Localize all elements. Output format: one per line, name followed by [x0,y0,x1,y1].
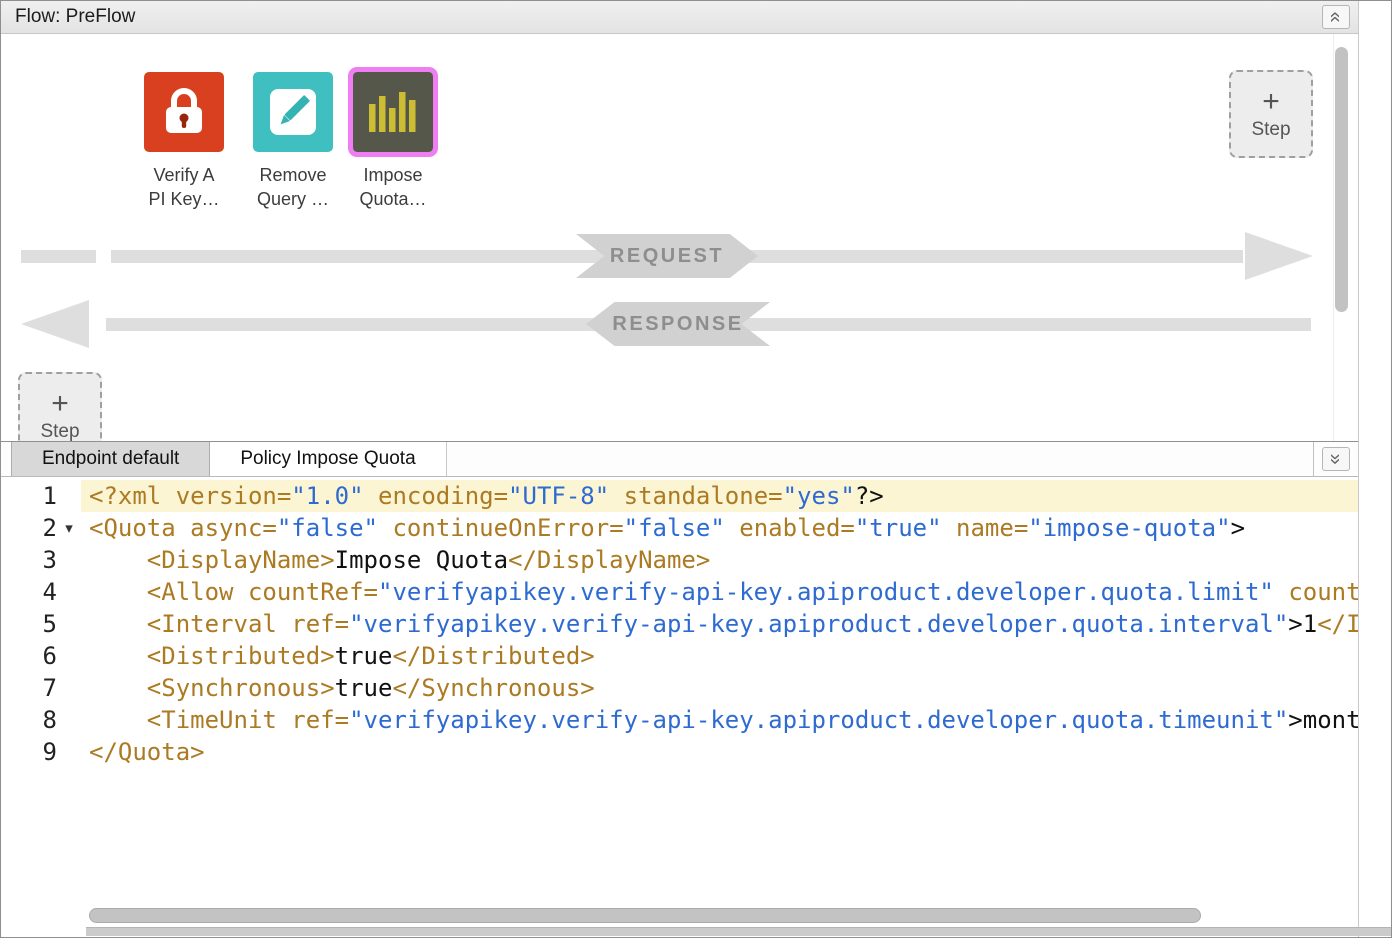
request-arrowhead-icon [1245,232,1313,280]
policy-impose-quota[interactable]: ImposeQuota… [343,72,443,211]
line-number: 4 [1,576,57,608]
code-line[interactable]: 4 <Allow countRef="verifyapikey.verify-a… [1,576,1358,608]
chevron-double-down-icon: » [1326,453,1346,464]
flow-header: Flow: PreFlow « [1,1,1358,34]
collapse-flow-button[interactable]: « [1322,5,1350,29]
policy-remove-query[interactable]: RemoveQuery … [243,72,343,211]
code-text[interactable]: <Distributed>true</Distributed> [81,640,1358,672]
fold-gutter [57,640,81,672]
response-label: RESPONSE [612,313,743,336]
add-step-label: Step [40,421,79,441]
fold-gutter [57,736,81,768]
lock-icon [144,72,224,152]
chevron-double-up-icon: « [1326,11,1346,22]
line-number: 1 [1,480,57,512]
editor-panel: Endpoint defaultPolicy Impose Quota » 1 <… [1,441,1358,937]
policy-label: Verify API Key… [134,163,234,211]
code-line[interactable]: 5 <Interval ref="verifyapikey.verify-api… [1,608,1358,640]
fold-gutter [57,480,81,512]
code-text[interactable]: <Synchronous>true</Synchronous> [81,672,1358,704]
flow-vertical-scrollbar[interactable] [1333,34,1350,441]
code-text[interactable]: <DisplayName>Impose Quota</DisplayName> [81,544,1358,576]
apigee-proxy-editor-window: Flow: PreFlow « Verify API Key…RemoveQue… [0,0,1392,938]
code-text[interactable]: <Allow countRef="verifyapikey.verify-api… [81,576,1358,608]
code-line[interactable]: 2▾<Quota async="false" continueOnError="… [1,512,1358,544]
line-number: 8 [1,704,57,736]
add-step-button-request[interactable]: + Step [1229,70,1313,158]
line-number: 5 [1,608,57,640]
window-horizontal-scrollbar[interactable] [86,927,1391,936]
line-number: 2 [1,512,57,544]
editor-tabbar: Endpoint defaultPolicy Impose Quota » [1,442,1358,477]
line-number: 7 [1,672,57,704]
plus-icon: + [1262,87,1280,117]
flow-panel: Flow: PreFlow « Verify API Key…RemoveQue… [1,1,1358,441]
tab-policy-impose-quota[interactable]: Policy Impose Quota [210,442,446,476]
code-line[interactable]: 1 <?xml version="1.0" encoding="UTF-8" st… [1,480,1358,512]
tab-tools: » [1313,442,1358,476]
code-line[interactable]: 9 </Quota> [1,736,1358,768]
add-step-label: Step [1251,119,1290,141]
fold-gutter [57,544,81,576]
fold-gutter [57,672,81,704]
code-line[interactable]: 3 <DisplayName>Impose Quota</DisplayName… [1,544,1358,576]
policy-verify-api-key[interactable]: Verify API Key… [134,72,234,211]
request-label: REQUEST [610,245,724,268]
line-number: 6 [1,640,57,672]
flow-title: Flow: PreFlow [15,6,135,28]
editor-horizontal-scrollbar[interactable] [89,908,1201,923]
code-text[interactable]: <Quota async="false" continueOnError="fa… [81,512,1358,544]
pencil-icon [253,72,333,152]
line-number: 9 [1,736,57,768]
fold-gutter [57,704,81,736]
code-text[interactable]: <Interval ref="verifyapikey.verify-api-k… [81,608,1358,640]
plus-icon: + [51,389,69,419]
request-flow-bar-left [21,250,96,263]
code-text[interactable]: </Quota> [81,736,1358,768]
code-editor[interactable]: 1 <?xml version="1.0" encoding="UTF-8" st… [1,478,1358,897]
tab-endpoint-default[interactable]: Endpoint default [11,442,210,476]
fold-gutter [57,576,81,608]
response-arrowhead-icon [21,300,89,348]
fold-gutter [57,608,81,640]
flow-editor-app: Flow: PreFlow « Verify API Key…RemoveQue… [1,1,1359,937]
policy-label: RemoveQuery … [243,163,343,211]
add-step-button-response[interactable]: + Step [18,372,102,441]
flow-canvas: Verify API Key…RemoveQuery …ImposeQuota…… [1,34,1358,441]
code-text[interactable]: <?xml version="1.0" encoding="UTF-8" sta… [81,480,1358,512]
code-line[interactable]: 8 <TimeUnit ref="verifyapikey.verify-api… [1,704,1358,736]
code-text[interactable]: <TimeUnit ref="verifyapikey.verify-api-k… [81,704,1358,736]
line-number: 3 [1,544,57,576]
fold-arrow-icon[interactable]: ▾ [57,512,81,544]
scrollbar-thumb[interactable] [1335,47,1348,312]
code-line[interactable]: 7 <Synchronous>true</Synchronous> [1,672,1358,704]
tab-strip: Endpoint defaultPolicy Impose Quota [11,442,447,476]
collapse-editor-button[interactable]: » [1322,447,1350,471]
bar-chart-icon [353,72,433,152]
code-line[interactable]: 6 <Distributed>true</Distributed> [1,640,1358,672]
policy-label: ImposeQuota… [343,163,443,211]
